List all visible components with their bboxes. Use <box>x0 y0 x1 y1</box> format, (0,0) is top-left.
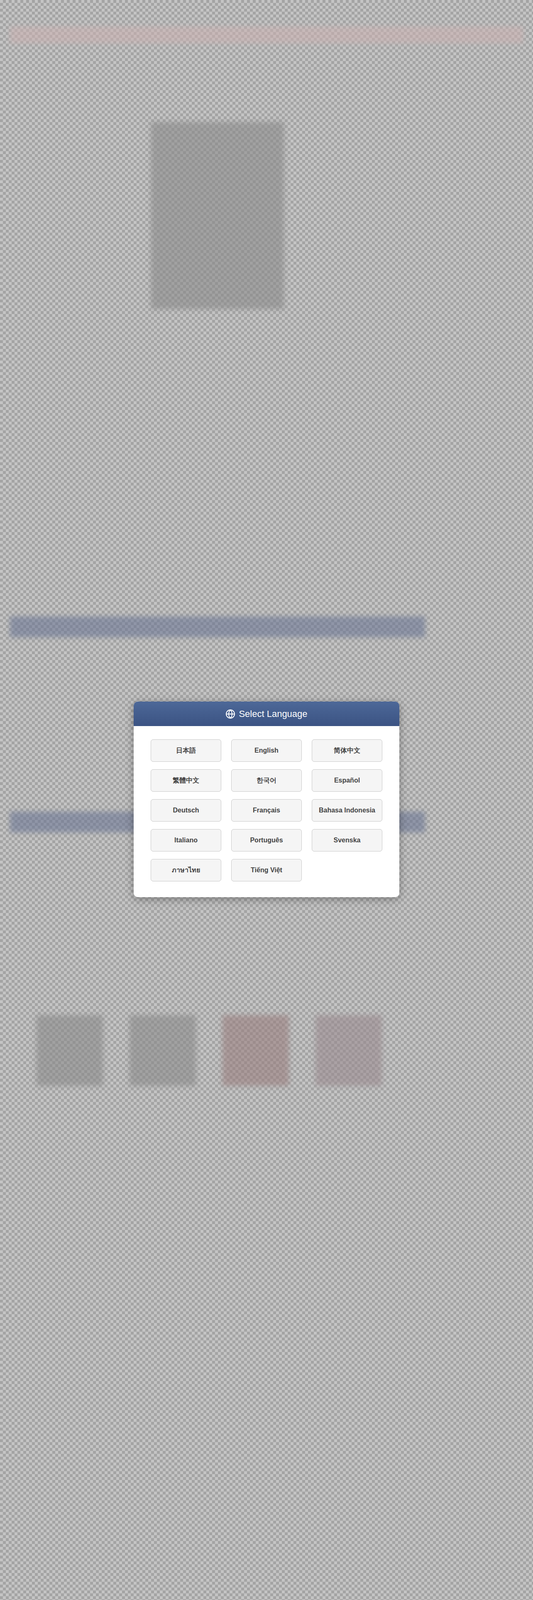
language-button[interactable]: 繁體中文 <box>150 768 222 792</box>
backdrop-image <box>151 122 284 309</box>
language-button[interactable]: Español <box>311 768 383 792</box>
backdrop-thumb <box>315 1014 382 1086</box>
language-dialog: Select Language 日本語 English 简体中文繁體中文 한국어 Espa… <box>133 701 400 897</box>
language-button[interactable]: English <box>231 738 302 762</box>
language-button[interactable]: Português <box>231 828 302 851</box>
language-button[interactable]: Italiano <box>150 828 222 851</box>
backdrop-thumb <box>36 1014 103 1086</box>
language-button[interactable]: Deutsch <box>150 798 222 822</box>
dialog-header: Select Language <box>133 701 400 726</box>
language-button[interactable]: Bahasa Indonesia <box>311 798 383 822</box>
language-button[interactable]: Tiếng Việt <box>231 858 302 881</box>
language-button[interactable]: Français <box>231 798 302 822</box>
backdrop-thumb <box>222 1014 289 1086</box>
backdrop-band <box>9 616 426 637</box>
language-button[interactable]: Svenska <box>311 828 383 851</box>
language-button[interactable]: 日本語 <box>150 738 222 762</box>
globe-icon <box>225 708 236 719</box>
language-grid: 日本語 English 简体中文繁體中文 한국어 Español Deutsch Franç… <box>133 725 400 897</box>
dialog-title: Select Language <box>238 706 308 721</box>
backdrop-grid <box>9 1014 409 1086</box>
blurred-backdrop <box>0 0 533 1086</box>
backdrop-thumb <box>129 1014 196 1086</box>
page: Select Language 日本語 English 简体中文繁體中文 한국어 Espa… <box>0 0 533 1599</box>
language-button[interactable]: 한국어 <box>231 768 302 792</box>
backdrop-header <box>9 26 524 44</box>
language-button[interactable]: 简体中文 <box>311 738 383 762</box>
language-button[interactable]: ภาษาไทย <box>150 858 222 881</box>
